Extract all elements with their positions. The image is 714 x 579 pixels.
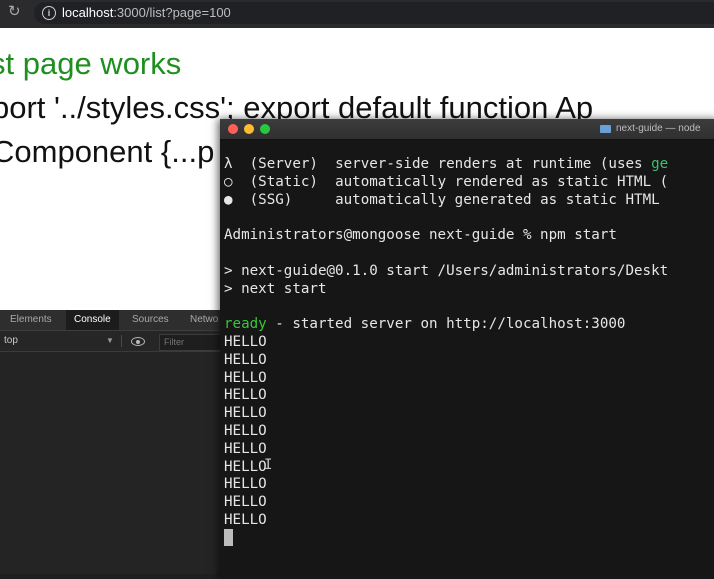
terminal-titlebar[interactable]: next-guide — node xyxy=(220,119,714,140)
toolbar-divider xyxy=(121,335,122,347)
log-line: HELLO xyxy=(224,440,267,457)
page-heading: st page works xyxy=(0,46,182,81)
url-host: localhost xyxy=(62,5,114,20)
url-path: :3000/list?page=100 xyxy=(113,5,231,20)
eye-icon[interactable] xyxy=(131,337,145,346)
page-text-line: Component {...p xyxy=(0,134,215,169)
legend-line: λ (Server) server-side renders at runtim… xyxy=(224,156,669,172)
text-cursor-icon: I xyxy=(264,457,273,473)
tab-elements[interactable]: Elements xyxy=(10,310,52,330)
zoom-button[interactable] xyxy=(260,124,270,134)
context-selector[interactable]: top xyxy=(4,331,18,351)
close-button[interactable] xyxy=(228,124,238,134)
tab-sources[interactable]: Sources xyxy=(132,310,169,330)
log-line: HELLO xyxy=(224,369,267,386)
terminal-title: next-guide — node xyxy=(616,123,701,134)
legend-line: ● (SSG) automatically generated as stati… xyxy=(224,191,660,208)
dropdown-caret-icon[interactable]: ▼ xyxy=(106,331,114,351)
log-line: HELLO xyxy=(224,511,267,528)
legend-line: ○ (Static) automatically rendered as sta… xyxy=(224,173,669,190)
terminal-cursor xyxy=(224,529,233,546)
url-text[interactable]: localhost:3000/list?page=100 xyxy=(62,5,231,20)
tab-network[interactable]: Netwo xyxy=(190,310,218,330)
console-filter-input[interactable] xyxy=(159,334,227,351)
reload-icon[interactable]: ↻ xyxy=(8,4,24,20)
shell-prompt: Administrators@mongoose next-guide % npm… xyxy=(224,227,617,244)
log-line: HELLO xyxy=(224,458,267,475)
npm-output-line: > next start xyxy=(224,280,327,297)
log-line: HELLO xyxy=(224,422,267,439)
log-line: HELLO xyxy=(224,494,267,511)
address-bar[interactable]: i localhost:3000/list?page=100 xyxy=(34,2,714,24)
npm-output-line: > next-guide@0.1.0 start /Users/administ… xyxy=(224,262,669,279)
browser-toolbar: ↻ i localhost:3000/list?page=100 xyxy=(0,0,714,28)
log-line: HELLO xyxy=(224,333,267,350)
log-line: HELLO xyxy=(224,405,267,422)
folder-icon xyxy=(600,125,611,133)
tab-console[interactable]: Console xyxy=(66,310,119,330)
minimize-button[interactable] xyxy=(244,124,254,134)
log-line: HELLO xyxy=(224,387,267,404)
ready-line: ready - started server on http://localho… xyxy=(224,316,626,333)
site-info-icon[interactable]: i xyxy=(42,6,56,20)
log-line: HELLO xyxy=(224,351,267,368)
log-line: HELLO xyxy=(224,476,267,493)
terminal-output[interactable]: λ (Server) server-side renders at runtim… xyxy=(224,156,714,530)
terminal-window[interactable]: next-guide — node λ (Server) server-side… xyxy=(220,119,714,579)
